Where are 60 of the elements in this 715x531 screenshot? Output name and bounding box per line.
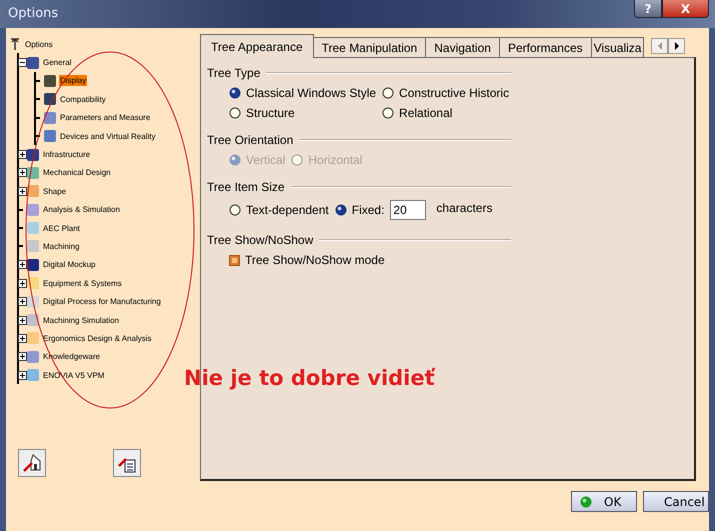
- tree-item[interactable]: General: [42, 57, 72, 68]
- close-button[interactable]: X: [662, 0, 709, 18]
- expand-icon[interactable]: [18, 278, 27, 288]
- expand-icon[interactable]: [18, 297, 27, 306]
- checkbox-option[interactable]: Tree Show/NoShow mode: [229, 253, 385, 267]
- expand-icon[interactable]: [18, 334, 27, 343]
- right-arrow-icon: [674, 42, 680, 50]
- tree-item[interactable]: Digital Process for Manufacturing: [42, 296, 162, 308]
- tree-item[interactable]: Compatibility: [59, 94, 107, 105]
- input-field[interactable]: 20: [390, 200, 426, 220]
- radio-option[interactable]: Structure: [229, 106, 376, 120]
- expand-icon[interactable]: [18, 370, 27, 380]
- expand-icon[interactable]: [18, 150, 27, 160]
- status-dot-icon: [580, 496, 592, 508]
- radio-option[interactable]: Fixed:: [334, 203, 384, 217]
- unit-label: characters: [436, 200, 492, 214]
- tree-item[interactable]: Ergonomics Design & Analysis: [42, 332, 152, 344]
- expand-icon[interactable]: [18, 352, 27, 362]
- radio-option[interactable]: Classical Windows Style: [229, 86, 376, 100]
- left-arrow-icon: [656, 42, 663, 50]
- tree-item[interactable]: Mechanical Design: [42, 167, 112, 178]
- section-title: Tree Item Size: [207, 180, 285, 194]
- options-icon: [8, 37, 22, 52]
- window-title: Options: [8, 5, 58, 23]
- radio-option: Horizontal: [291, 153, 362, 167]
- scroll-right-button[interactable]: [668, 38, 686, 54]
- expand-icon[interactable]: [18, 186, 27, 196]
- tree-item[interactable]: Devices and Virtual Reality: [59, 130, 156, 142]
- toolbar-button[interactable]: [18, 449, 46, 477]
- tree-item[interactable]: Equipment & Systems: [42, 278, 123, 289]
- tree-item[interactable]: Infrastructure: [42, 149, 92, 160]
- expand-icon[interactable]: [18, 316, 27, 325]
- tree-item[interactable]: Shape: [42, 186, 68, 197]
- tab[interactable]: Tree Manipulation: [312, 37, 426, 58]
- tab[interactable]: Performances: [498, 37, 592, 58]
- tree-item[interactable]: Parameters and Measure: [59, 112, 152, 124]
- tree-item[interactable]: AEC Plant: [42, 222, 81, 234]
- cancel-button[interactable]: Cancel: [643, 491, 709, 512]
- toolbar-button[interactable]: [113, 449, 141, 477]
- tree-item[interactable]: Display: [59, 75, 88, 86]
- radio-option: Vertical: [229, 153, 286, 167]
- expand-icon[interactable]: [18, 168, 27, 178]
- radio-option[interactable]: Text-dependent: [229, 203, 329, 217]
- tree-item[interactable]: Analysis & Simulation: [42, 204, 121, 216]
- tab[interactable]: Navigation: [425, 37, 500, 58]
- tree-item[interactable]: Machining: [42, 240, 80, 252]
- radio-option[interactable]: Constructive Historic: [382, 86, 510, 100]
- tab[interactable]: Visualiza: [590, 37, 644, 58]
- section-title: Tree Type: [207, 66, 260, 80]
- tree-item[interactable]: Options: [24, 38, 54, 50]
- ok-button[interactable]: OK: [571, 491, 637, 512]
- section-title: Tree Show/NoShow: [207, 233, 314, 247]
- expand-icon[interactable]: [18, 260, 27, 270]
- tab[interactable]: Tree Appearance: [200, 34, 314, 58]
- house-wrench-icon: [21, 452, 43, 474]
- section-title: Tree Orientation: [207, 133, 294, 147]
- tree-item[interactable]: Digital Mockup: [42, 259, 96, 270]
- collapse-icon[interactable]: [18, 58, 27, 68]
- radio-option[interactable]: Relational: [382, 106, 510, 120]
- tree-item[interactable]: Machining Simulation: [42, 314, 120, 326]
